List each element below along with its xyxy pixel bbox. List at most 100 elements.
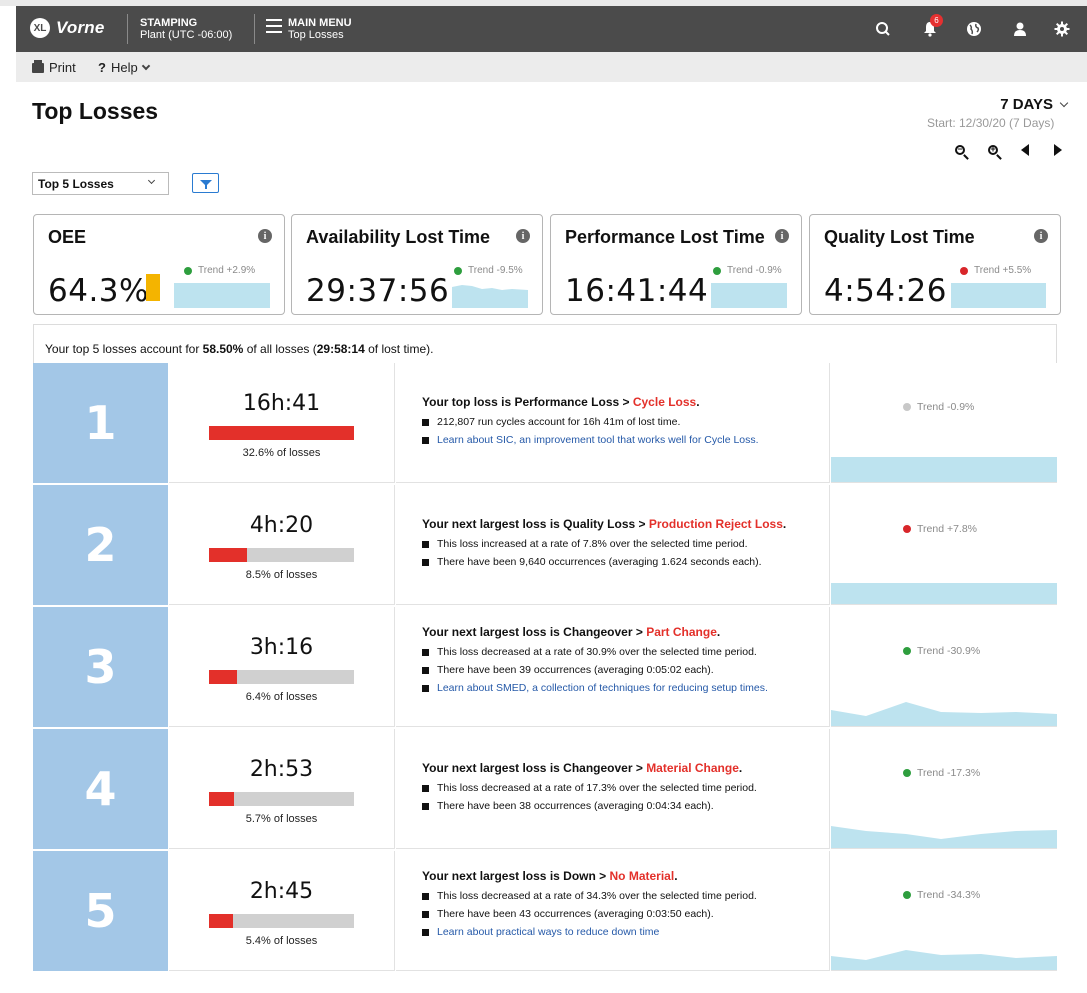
loss-time: 3h:16 bbox=[249, 635, 314, 660]
trend-dot bbox=[903, 769, 911, 777]
loss-row: 5 2h:45 5.4% of losses Your next largest… bbox=[33, 851, 1057, 971]
kpi-title: OEE bbox=[48, 227, 87, 247]
trend-dot bbox=[903, 647, 911, 655]
page-title: Top Losses bbox=[32, 98, 159, 124]
help-menu-button[interactable]: ? Help bbox=[98, 60, 150, 75]
help-icon: ? bbox=[98, 60, 106, 75]
logo-text: Vorne bbox=[56, 18, 105, 37]
print-button[interactable]: Print bbox=[32, 59, 76, 75]
trend-dot bbox=[184, 266, 192, 275]
loss-headline: Your next largest loss is Changeover > M… bbox=[422, 761, 743, 775]
vorne-logo[interactable]: XL Vorne bbox=[30, 18, 105, 38]
previous-period-button[interactable] bbox=[1017, 142, 1033, 158]
loss-share-bar bbox=[209, 792, 354, 806]
trend-dot bbox=[713, 266, 721, 275]
gear-icon[interactable] bbox=[1052, 19, 1072, 39]
zoom-out-button[interactable]: − bbox=[952, 142, 968, 158]
loss-name-link[interactable]: No Material bbox=[610, 869, 675, 883]
loss-rank: 1 bbox=[33, 363, 168, 483]
loss-share-label: 5.7% of losses bbox=[245, 813, 318, 825]
kpi-card-availability: Availability Lost Time i 29:37:56 Trend … bbox=[291, 214, 543, 315]
trend-label: Trend -30.9% bbox=[917, 645, 981, 657]
loss-share-label: 5.4% of losses bbox=[245, 935, 318, 947]
summary-prefix: Your top 5 losses account for bbox=[45, 342, 203, 356]
kpi-sparkline bbox=[174, 283, 270, 308]
hamburger-menu-icon[interactable] bbox=[266, 19, 282, 33]
loss-bullets: This loss decreased at a rate of 34.3% o… bbox=[422, 890, 829, 939]
summary-middle: of all losses ( bbox=[243, 342, 317, 356]
current-page-label: Top Losses bbox=[288, 29, 344, 41]
loss-share-label: 6.4% of losses bbox=[245, 691, 318, 703]
loss-time: 16h:41 bbox=[242, 391, 321, 416]
loss-time-cell: 2h:53 5.7% of losses bbox=[169, 729, 395, 849]
learn-more-link[interactable]: Learn about SIC, an improvement tool tha… bbox=[422, 434, 829, 447]
oee-level-bar bbox=[146, 274, 160, 301]
list-item: This loss decreased at a rate of 34.3% o… bbox=[422, 890, 829, 903]
xl-logo-icon: XL bbox=[30, 18, 50, 38]
info-icon[interactable]: i bbox=[1034, 229, 1048, 243]
info-icon[interactable]: i bbox=[258, 229, 272, 243]
help-label: Help bbox=[110, 60, 138, 75]
main-menu-button[interactable]: MAIN MENU Top Losses bbox=[288, 17, 352, 41]
loss-detail: Your next largest loss is Changeover > P… bbox=[396, 607, 830, 727]
kpi-sparkline bbox=[711, 283, 787, 308]
kpi-title: Quality Lost Time bbox=[824, 227, 975, 247]
loss-sparkline bbox=[831, 457, 1057, 482]
top-losses-select[interactable]: Top 5 Losses bbox=[32, 172, 169, 195]
loss-name-link[interactable]: Part Change bbox=[646, 625, 717, 639]
chevron-down-icon bbox=[141, 61, 150, 71]
loss-time: 2h:45 bbox=[249, 879, 314, 904]
trend-dot bbox=[960, 266, 968, 275]
headline-prefix: Your next largest loss is Quality Loss > bbox=[422, 517, 649, 531]
kpi-card-performance: Performance Lost Time i 16:41:44 Trend -… bbox=[550, 214, 802, 315]
loss-trend: Trend -34.3% bbox=[903, 889, 980, 901]
kpi-trend: Trend -9.5% bbox=[454, 265, 523, 276]
loss-trend: Trend +7.8% bbox=[903, 523, 977, 535]
time-range-selector[interactable]: 7 DAYS bbox=[1000, 96, 1069, 113]
search-icon[interactable] bbox=[873, 19, 893, 39]
learn-more-link[interactable]: Learn about SMED, a collection of techni… bbox=[422, 682, 829, 695]
loss-time-cell: 16h:41 32.6% of losses bbox=[169, 363, 395, 483]
globe-icon[interactable] bbox=[964, 19, 984, 39]
loss-name-link[interactable]: Production Reject Loss bbox=[649, 517, 783, 531]
loss-name-link[interactable]: Cycle Loss bbox=[633, 395, 696, 409]
divider bbox=[127, 14, 128, 44]
zoom-in-button[interactable]: + bbox=[985, 142, 1001, 158]
trend-label: Trend -0.9% bbox=[727, 265, 782, 276]
loss-bullets: This loss increased at a rate of 7.8% ov… bbox=[422, 538, 829, 569]
arrow-right-icon bbox=[1054, 144, 1062, 156]
user-icon[interactable] bbox=[1010, 19, 1030, 39]
headline-prefix: Your next largest loss is Down > bbox=[422, 869, 610, 883]
loss-trend-cell: Trend +7.8% bbox=[831, 485, 1057, 605]
trend-dot bbox=[903, 403, 911, 411]
loss-row: 3 3h:16 6.4% of losses Your next largest… bbox=[33, 607, 1057, 727]
top-losses-select-value: Top 5 Losses bbox=[38, 177, 114, 191]
notifications-bell-icon[interactable]: 6 bbox=[920, 14, 943, 39]
info-icon[interactable]: i bbox=[516, 229, 530, 243]
printer-icon bbox=[32, 59, 44, 73]
trend-label: Trend +2.9% bbox=[198, 265, 256, 276]
list-item: This loss increased at a rate of 7.8% ov… bbox=[422, 538, 829, 551]
loss-bullets: This loss decreased at a rate of 17.3% o… bbox=[422, 782, 829, 813]
plant-selector[interactable]: STAMPING Plant (UTC -06:00) bbox=[140, 17, 232, 41]
next-period-button[interactable] bbox=[1050, 142, 1066, 158]
trend-dot bbox=[454, 266, 462, 275]
app-window: XL Vorne STAMPING Plant (UTC -06:00) MAI… bbox=[0, 6, 1087, 993]
kpi-trend: Trend -0.9% bbox=[713, 265, 782, 276]
loss-share-fill bbox=[209, 548, 247, 562]
list-item: There have been 9,640 occurrences (avera… bbox=[422, 556, 829, 569]
loss-share-bar bbox=[209, 914, 354, 928]
loss-detail: Your next largest loss is Quality Loss >… bbox=[396, 485, 830, 605]
learn-more-link[interactable]: Learn about practical ways to reduce dow… bbox=[422, 926, 829, 939]
filter-button[interactable] bbox=[192, 173, 219, 193]
loss-headline: Your next largest loss is Quality Loss >… bbox=[422, 517, 787, 531]
loss-name-link[interactable]: Material Change bbox=[646, 761, 739, 775]
loss-row: 1 16h:41 32.6% of losses Your top loss i… bbox=[33, 363, 1057, 483]
info-icon[interactable]: i bbox=[775, 229, 789, 243]
loss-detail: Your next largest loss is Down > No Mate… bbox=[396, 851, 830, 971]
loss-trend: Trend -30.9% bbox=[903, 645, 980, 657]
zoom-in-icon: + bbox=[988, 145, 998, 155]
loss-bullets: 212,807 run cycles account for 16h 41m o… bbox=[422, 416, 829, 447]
top-bar: XL Vorne STAMPING Plant (UTC -06:00) MAI… bbox=[16, 6, 1087, 52]
loss-headline: Your next largest loss is Down > No Mate… bbox=[422, 869, 678, 883]
